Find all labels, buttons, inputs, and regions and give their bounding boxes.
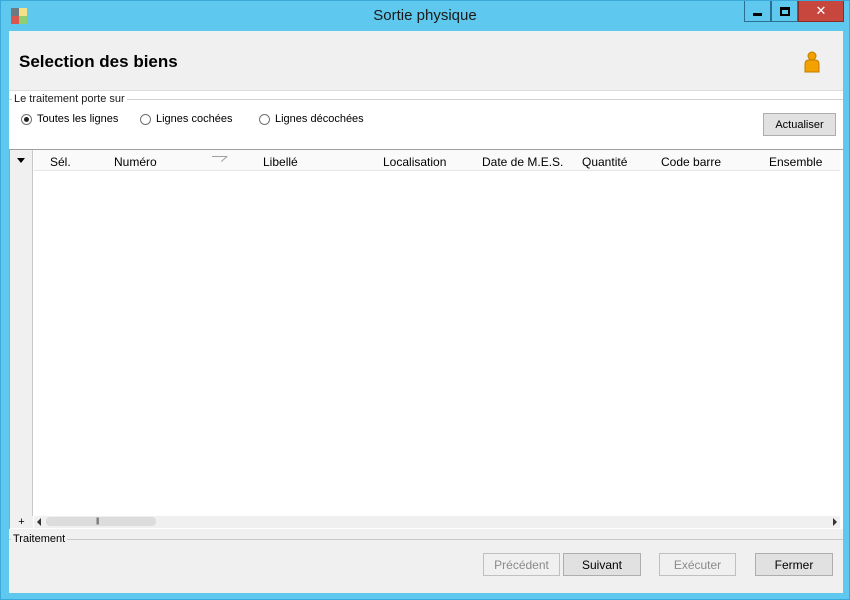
window: Sortie physique ✕ Selection des biens Le… bbox=[0, 0, 850, 600]
user-icon bbox=[804, 51, 820, 73]
group-legend: Le traitement porte sur bbox=[12, 93, 127, 105]
grip-icon: ||| bbox=[96, 518, 100, 525]
radio-all-lines[interactable]: Toutes les lignes bbox=[21, 113, 118, 125]
column-header-quantite[interactable]: Quantité bbox=[582, 155, 627, 169]
radio-unchecked-lines[interactable]: Lignes décochées bbox=[259, 113, 364, 125]
assets-grid[interactable]: Sél. Numéro Libellé Localisation Date de… bbox=[9, 149, 843, 529]
sort-icon bbox=[212, 156, 227, 162]
close-icon: ✕ bbox=[815, 3, 827, 19]
grid-header: Sél. Numéro Libellé Localisation Date de… bbox=[34, 150, 840, 171]
column-header-localisation[interactable]: Localisation bbox=[383, 155, 446, 169]
execute-button[interactable]: Exécuter bbox=[659, 553, 736, 576]
column-header-ensemble[interactable]: Ensemble bbox=[769, 155, 822, 169]
column-header-sel[interactable]: Sél. bbox=[50, 155, 71, 169]
radio-unchecked-icon[interactable] bbox=[140, 113, 151, 125]
radio-label: Lignes décochées bbox=[275, 113, 364, 125]
maximize-icon bbox=[779, 6, 790, 16]
radio-label: Toutes les lignes bbox=[37, 113, 119, 125]
minimize-icon bbox=[753, 12, 762, 16]
column-header-numero[interactable]: Numéro bbox=[114, 155, 157, 169]
client-area: Selection des biens Le traitement porte … bbox=[9, 31, 843, 593]
selection-group: Le traitement porte sur Toutes les ligne… bbox=[9, 91, 843, 149]
minimize-button[interactable] bbox=[744, 1, 771, 22]
scroll-right-icon[interactable] bbox=[833, 518, 837, 526]
add-row-button[interactable]: + bbox=[10, 516, 33, 528]
grid-body[interactable] bbox=[34, 171, 840, 516]
horizontal-scrollbar[interactable]: ||| bbox=[34, 516, 840, 528]
page-title: Selection des biens bbox=[19, 52, 178, 71]
processing-frame bbox=[9, 539, 843, 540]
radio-label: Lignes cochées bbox=[156, 113, 233, 125]
grid-row-selector[interactable] bbox=[10, 150, 33, 528]
refresh-button[interactable]: Actualiser bbox=[763, 113, 836, 136]
maximize-button[interactable] bbox=[771, 1, 798, 22]
column-header-libelle[interactable]: Libellé bbox=[263, 155, 298, 169]
title-bar[interactable]: Sortie physique ✕ bbox=[1, 1, 849, 31]
next-button[interactable]: Suivant bbox=[563, 553, 641, 576]
scroll-left-icon[interactable] bbox=[37, 518, 41, 526]
radio-unchecked-icon[interactable] bbox=[259, 113, 270, 125]
window-title: Sortie physique bbox=[373, 7, 477, 24]
column-header-code-barre[interactable]: Code barre bbox=[661, 155, 721, 169]
column-header-date-mes[interactable]: Date de M.E.S. bbox=[482, 155, 563, 169]
page-header: Selection des biens bbox=[9, 31, 843, 91]
close-window-button[interactable]: ✕ bbox=[798, 1, 844, 22]
group-frame bbox=[9, 99, 843, 100]
scrollbar-thumb[interactable]: ||| bbox=[46, 517, 156, 526]
previous-button[interactable]: Précédent bbox=[483, 553, 560, 576]
radio-checked-icon[interactable] bbox=[21, 113, 32, 125]
dropdown-arrow-icon[interactable] bbox=[17, 158, 25, 163]
radio-checked-lines[interactable]: Lignes cochées bbox=[140, 113, 232, 125]
processing-legend: Traitement bbox=[11, 533, 68, 545]
close-button[interactable]: Fermer bbox=[755, 553, 833, 576]
